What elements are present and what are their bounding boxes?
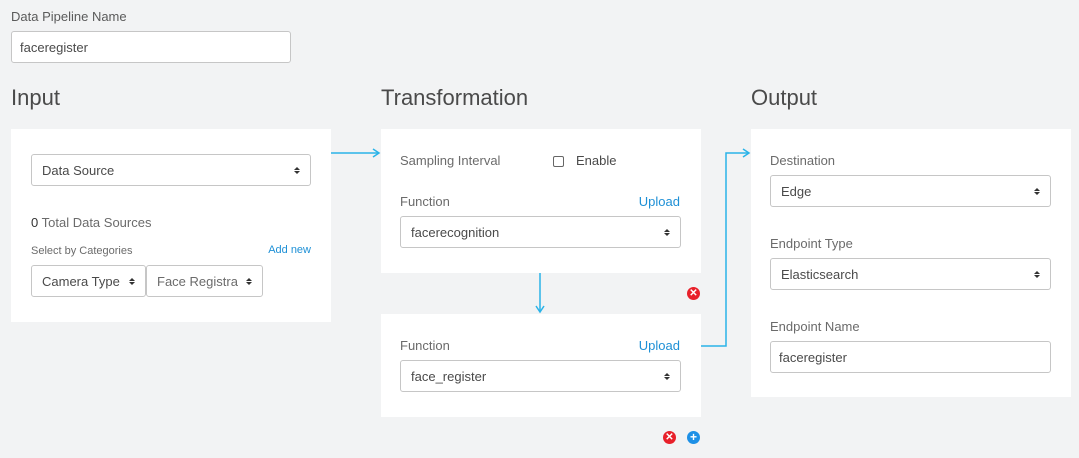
enable-checkbox[interactable]: [553, 156, 564, 167]
endpoint-name-label: Endpoint Name: [770, 319, 860, 334]
upload-link[interactable]: Upload: [639, 194, 680, 209]
destination-label: Destination: [770, 153, 836, 168]
endpoint-name-input[interactable]: faceregister: [770, 341, 1051, 373]
endpoint-type-value: Elasticsearch: [781, 266, 859, 282]
destination-select[interactable]: Edge: [770, 175, 1051, 207]
select-caret-icon: [1034, 270, 1040, 278]
transformation-step-1-panel: Sampling Interval Enable Function Upload…: [381, 129, 701, 273]
select-caret-icon: [664, 372, 670, 380]
destination-value: Edge: [781, 183, 812, 199]
remove-step-1-icon[interactable]: ✕: [687, 287, 700, 300]
function-value: facerecognition: [411, 224, 500, 240]
endpoint-type-select[interactable]: Elasticsearch: [770, 258, 1051, 290]
add-step-icon[interactable]: +: [687, 431, 700, 444]
sampling-interval-label: Sampling Interval: [400, 153, 501, 168]
transform-to-output-arrow: [701, 152, 748, 347]
function-select[interactable]: face_register: [400, 360, 681, 392]
remove-step-2-icon[interactable]: ✕: [663, 431, 676, 444]
endpoint-type-label: Endpoint Type: [770, 236, 853, 251]
function-value: face_register: [411, 368, 487, 384]
upload-link[interactable]: Upload: [639, 338, 680, 353]
transformation-step-2-panel: Function Upload face_register: [381, 314, 701, 417]
function-label: Function: [400, 338, 450, 353]
select-caret-icon: [664, 228, 670, 236]
function-select[interactable]: facerecognition: [400, 216, 681, 248]
enable-label: Enable: [576, 153, 617, 168]
function-label: Function: [400, 194, 450, 209]
output-panel: Destination Edge Endpoint Type Elasticse…: [751, 129, 1071, 397]
select-caret-icon: [1034, 187, 1040, 195]
